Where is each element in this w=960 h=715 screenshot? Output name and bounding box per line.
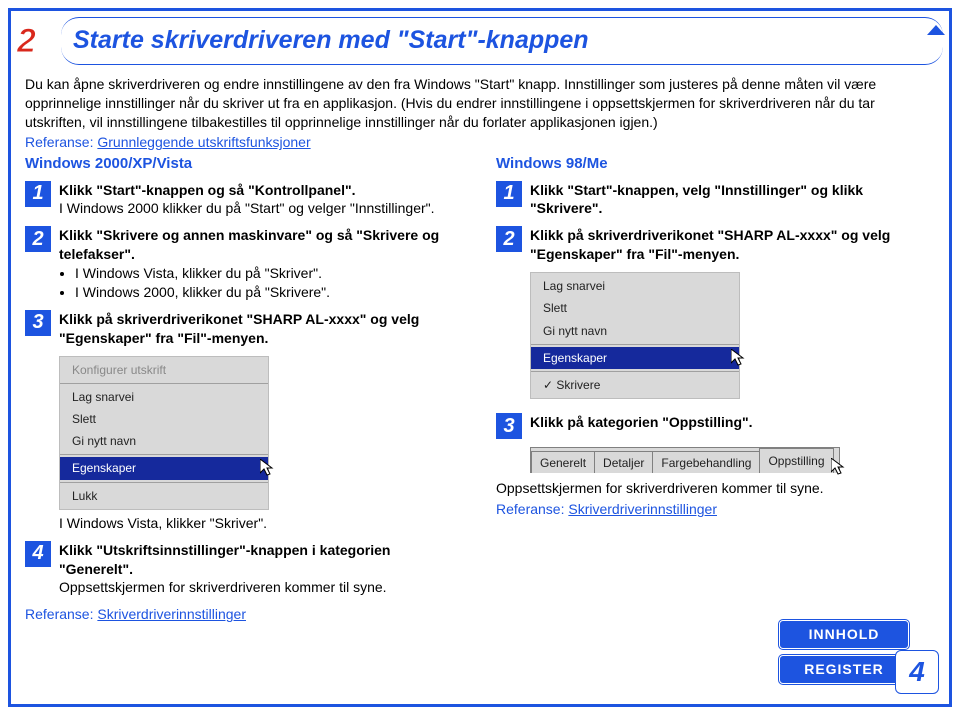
left-column-title: Windows 2000/XP/Vista bbox=[25, 154, 464, 174]
menu-item-checked: Skrivere bbox=[531, 374, 739, 396]
scroll-arrow-icon bbox=[927, 21, 945, 40]
menu-item: Slett bbox=[60, 408, 268, 430]
menu-item-label: Egenskaper bbox=[543, 351, 607, 365]
step-strong: Klikk på skriverdriverikonet "SHARP AL-x… bbox=[530, 226, 935, 264]
page-title: Starte skriverdriveren med "Start"-knapp… bbox=[73, 24, 927, 58]
step-body: Klikk på skriverdriverikonet "SHARP AL-x… bbox=[59, 310, 464, 348]
step-number: 4 bbox=[25, 541, 51, 567]
context-menu-screenshot: Lag snarvei Slett Gi nytt navn Egenskape… bbox=[530, 272, 740, 399]
menu-item: Konfigurer utskrift bbox=[60, 359, 268, 381]
left-step-2: 2 Klikk "Skrivere og annen maskinvare" o… bbox=[25, 226, 464, 302]
tab: Detaljer bbox=[594, 451, 653, 473]
intro-text: Du kan åpne skriverdriveren og endre inn… bbox=[25, 75, 935, 132]
right-step-1: 1 Klikk "Start"-knappen, velg "Innstilli… bbox=[496, 181, 935, 219]
step-sub: Oppsettskjermen for skriverdriveren komm… bbox=[59, 578, 464, 597]
step-note: I Windows Vista, klikker "Skriver". bbox=[59, 514, 464, 533]
menu-item: Gi nytt navn bbox=[531, 320, 739, 342]
title-row: 2 Starte skriverdriveren med "Start"-kna… bbox=[11, 11, 949, 71]
step-bullet: I Windows 2000, klikker du på "Skrivere"… bbox=[75, 283, 464, 302]
step-number: 1 bbox=[496, 181, 522, 207]
innhold-button[interactable]: INNHOLD bbox=[779, 620, 909, 649]
nav-buttons: INNHOLD REGISTER bbox=[779, 620, 909, 684]
menu-item-label: Egenskaper bbox=[72, 461, 136, 475]
left-step-3: 3 Klikk på skriverdriverikonet "SHARP AL… bbox=[25, 310, 464, 348]
menu-item: Lukk bbox=[60, 485, 268, 507]
cursor-icon bbox=[260, 459, 274, 477]
right-step-2: 2 Klikk på skriverdriverikonet "SHARP AL… bbox=[496, 226, 935, 264]
reference-line: Referanse: Grunnleggende utskriftsfunksj… bbox=[25, 133, 935, 152]
step-strong: Klikk på kategorien "Oppstilling". bbox=[530, 413, 935, 432]
step-body: Klikk "Utskriftsinnstillinger"-knappen i… bbox=[59, 541, 464, 598]
right-step-3: 3 Klikk på kategorien "Oppstilling". bbox=[496, 413, 935, 439]
register-button[interactable]: REGISTER bbox=[779, 655, 909, 684]
step-strong: Klikk "Utskriftsinnstillinger"-knappen i… bbox=[59, 541, 464, 579]
step-body: Klikk "Start"-knappen og så "Kontrollpan… bbox=[59, 181, 464, 219]
right-reference-line: Referanse: Skriverdriverinnstillinger bbox=[496, 500, 935, 519]
step-body: Klikk "Skrivere og annen maskinvare" og … bbox=[59, 226, 464, 302]
step-number: 3 bbox=[496, 413, 522, 439]
section-number: 2 bbox=[17, 24, 51, 58]
step-bullet: I Windows Vista, klikker du på "Skriver"… bbox=[75, 264, 464, 283]
context-menu-screenshot: Konfigurer utskrift Lag snarvei Slett Gi… bbox=[59, 356, 269, 510]
left-reference-line: Referanse: Skriverdriverinnstillinger bbox=[25, 605, 464, 624]
menu-item-selected: Egenskaper bbox=[60, 457, 268, 479]
cursor-icon bbox=[831, 458, 845, 476]
tab: Fargebehandling bbox=[652, 451, 760, 473]
title-pill: Starte skriverdriveren med "Start"-knapp… bbox=[61, 17, 943, 65]
right-column: Windows 98/Me 1 Klikk "Start"-knappen, v… bbox=[496, 154, 935, 624]
reference-link[interactable]: Skriverdriverinnstillinger bbox=[568, 501, 717, 517]
reference-label: Referanse: bbox=[25, 134, 93, 150]
reference-label: Referanse: bbox=[25, 606, 93, 622]
page-number: 4 bbox=[895, 650, 939, 694]
content: Du kan åpne skriverdriveren og endre inn… bbox=[11, 71, 949, 625]
step-strong: Klikk på skriverdriverikonet "SHARP AL-x… bbox=[59, 310, 464, 348]
right-column-title: Windows 98/Me bbox=[496, 154, 935, 174]
reference-label: Referanse: bbox=[496, 501, 564, 517]
step-strong: Klikk "Start"-knappen og så "Kontrollpan… bbox=[59, 181, 464, 200]
tab-selected: Oppstilling bbox=[759, 448, 833, 473]
step-note: Oppsettskjermen for skriverdriveren komm… bbox=[496, 479, 935, 498]
menu-item: Gi nytt navn bbox=[60, 430, 268, 452]
left-column: Windows 2000/XP/Vista 1 Klikk "Start"-kn… bbox=[25, 154, 464, 624]
step-number: 3 bbox=[25, 310, 51, 336]
left-step-4: 4 Klikk "Utskriftsinnstillinger"-knappen… bbox=[25, 541, 464, 598]
step-body: Klikk på kategorien "Oppstilling". bbox=[530, 413, 935, 432]
step-number: 2 bbox=[25, 226, 51, 252]
columns: Windows 2000/XP/Vista 1 Klikk "Start"-kn… bbox=[25, 154, 935, 624]
step-body: Klikk "Start"-knappen, velg "Innstilling… bbox=[530, 181, 935, 219]
step-number: 2 bbox=[496, 226, 522, 252]
tabs-screenshot: Generelt Detaljer Fargebehandling Oppsti… bbox=[530, 447, 840, 473]
page-frame: 2 Starte skriverdriveren med "Start"-kna… bbox=[8, 8, 952, 707]
menu-item-selected: Egenskaper bbox=[531, 347, 739, 369]
menu-item: Lag snarvei bbox=[60, 386, 268, 408]
reference-link[interactable]: Skriverdriverinnstillinger bbox=[97, 606, 246, 622]
reference-link[interactable]: Grunnleggende utskriftsfunksjoner bbox=[97, 134, 310, 150]
menu-item: Lag snarvei bbox=[531, 275, 739, 297]
left-step-1: 1 Klikk "Start"-knappen og så "Kontrollp… bbox=[25, 181, 464, 219]
step-strong: Klikk "Skrivere og annen maskinvare" og … bbox=[59, 226, 464, 264]
step-strong: Klikk "Start"-knappen, velg "Innstilling… bbox=[530, 181, 935, 219]
step-body: Klikk på skriverdriverikonet "SHARP AL-x… bbox=[530, 226, 935, 264]
tab: Generelt bbox=[531, 451, 595, 473]
cursor-icon bbox=[731, 349, 745, 367]
menu-item: Slett bbox=[531, 297, 739, 319]
step-number: 1 bbox=[25, 181, 51, 207]
step-sub: I Windows 2000 klikker du på "Start" og … bbox=[59, 199, 464, 218]
